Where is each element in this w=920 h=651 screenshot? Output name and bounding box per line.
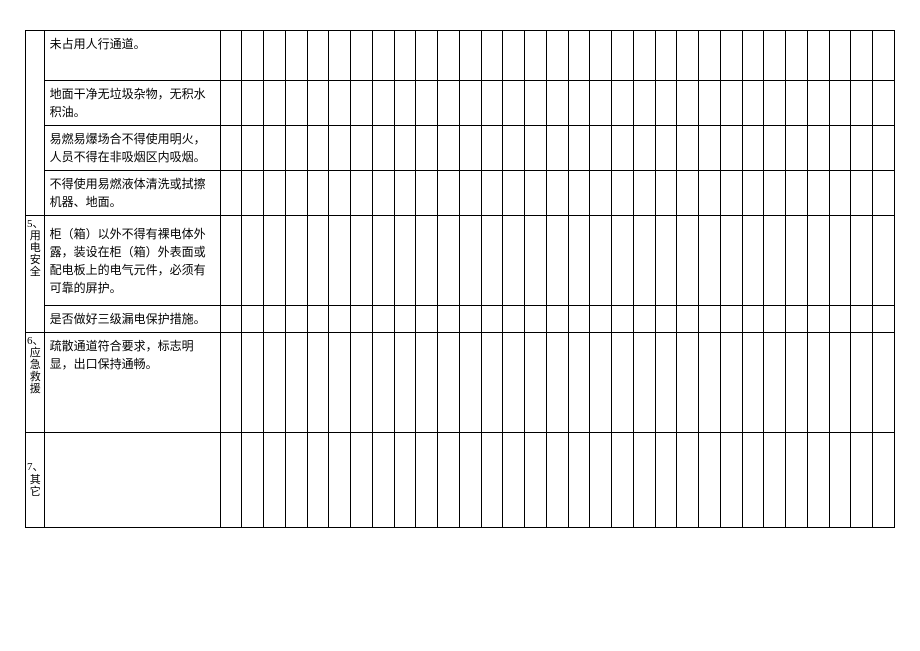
- desc-cell: 疏散通道符合要求，标志明显，出口保持通畅。: [44, 333, 220, 433]
- desc-cell: 地面干净无垃圾杂物，无积水积油。: [44, 81, 220, 126]
- desc-cell: 是否做好三级漏电保护措施。: [44, 306, 220, 333]
- table-row: 易燃易爆场合不得使用明火，人员不得在非吸烟区内吸烟。: [26, 126, 895, 171]
- inspection-checklist-table: 未占用人行通道。 地面干净无垃圾杂物，无积水积油。 易燃易爆场合不得使用明火，人…: [25, 30, 895, 528]
- category-cell-5: 5、用电安全: [26, 216, 45, 333]
- desc-cell: 不得使用易燃液体清洗或拭擦机器、地面。: [44, 171, 220, 216]
- table-row: 6、应急救援 疏散通道符合要求，标志明显，出口保持通畅。: [26, 333, 895, 433]
- desc-cell: [44, 433, 220, 528]
- table-row: 不得使用易燃液体清洗或拭擦机器、地面。: [26, 171, 895, 216]
- desc-cell: 柜（箱）以外不得有裸电体外露，装设在柜（箱）外表面或配电板上的电气元件，必须有可…: [44, 216, 220, 306]
- category-cell-6: 6、应急救援: [26, 333, 45, 433]
- desc-cell: 未占用人行通道。: [44, 31, 220, 81]
- table-row: 是否做好三级漏电保护措施。: [26, 306, 895, 333]
- table-row: 地面干净无垃圾杂物，无积水积油。: [26, 81, 895, 126]
- table-row: 7、其它: [26, 433, 895, 528]
- table-row: 5、用电安全 柜（箱）以外不得有裸电体外露，装设在柜（箱）外表面或配电板上的电气…: [26, 216, 895, 306]
- table-row: 未占用人行通道。: [26, 31, 895, 81]
- category-cell-7: 7、其它: [26, 433, 45, 528]
- desc-cell: 易燃易爆场合不得使用明火，人员不得在非吸烟区内吸烟。: [44, 126, 220, 171]
